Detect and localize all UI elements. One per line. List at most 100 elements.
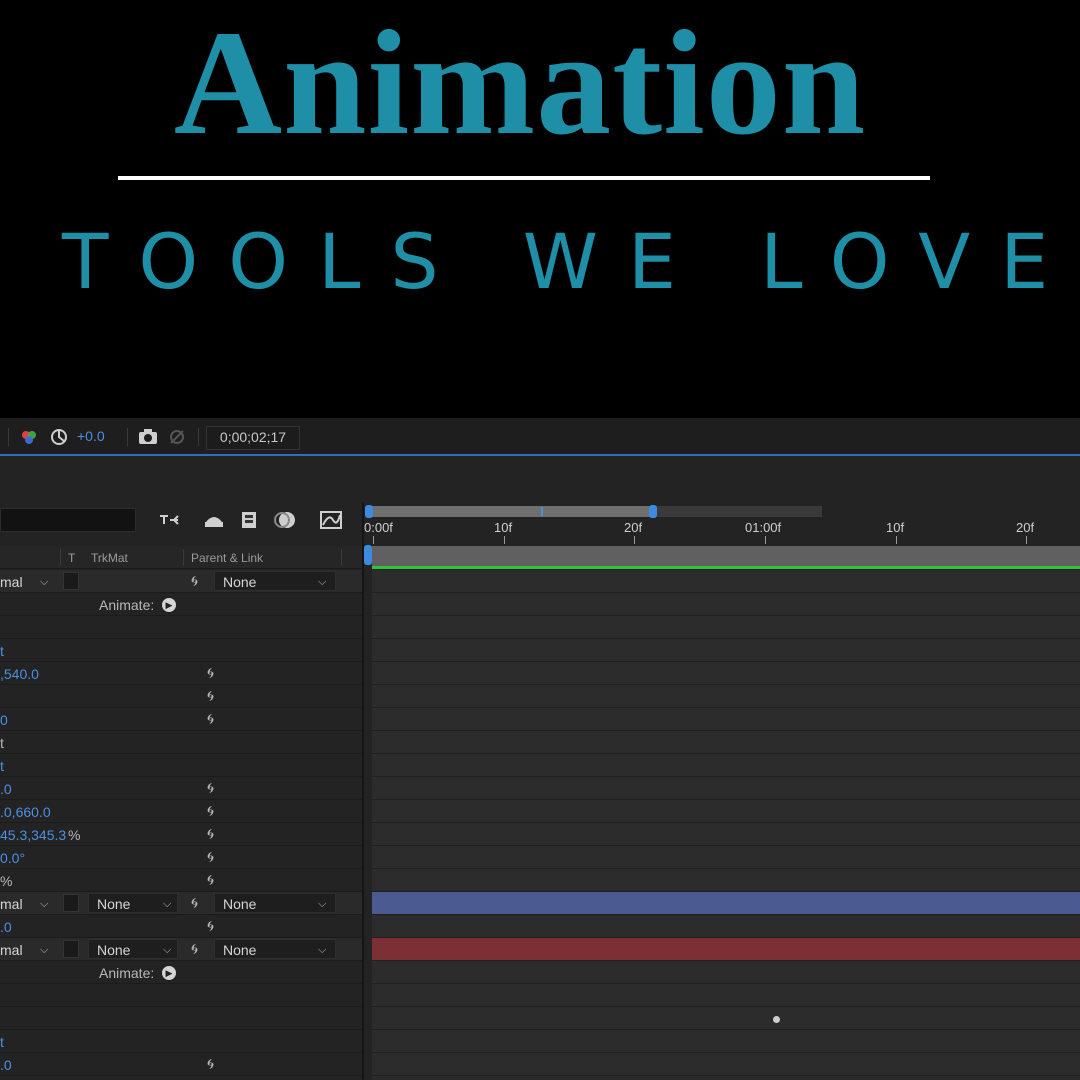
- track-matte-swatch[interactable]: [63, 894, 79, 912]
- column-divider[interactable]: [183, 549, 184, 565]
- chevron-down-icon[interactable]: ⌵: [40, 576, 48, 589]
- blend-mode-dropdown[interactable]: mal: [0, 942, 23, 958]
- pick-whip-icon[interactable]: 🌀︎: [191, 573, 198, 590]
- chevron-down-icon[interactable]: ⌵: [318, 898, 326, 911]
- column-divider[interactable]: [341, 549, 342, 565]
- chevron-down-icon[interactable]: ⌵: [40, 944, 48, 957]
- pick-whip-icon[interactable]: 🌀︎: [191, 941, 198, 958]
- position-value[interactable]: .0,660.0: [0, 804, 51, 820]
- current-time-display[interactable]: 0;00;02;17: [206, 429, 300, 445]
- toolbar-separator: [8, 428, 9, 446]
- chevron-down-icon[interactable]: ⌵: [318, 576, 326, 589]
- property-value[interactable]: .0: [0, 1057, 12, 1073]
- parent-dropdown-value[interactable]: None: [223, 574, 256, 590]
- exposure-value[interactable]: +0.0: [77, 428, 105, 444]
- property-track: [372, 708, 1080, 731]
- layer-search-input[interactable]: [0, 508, 136, 532]
- chevron-down-icon[interactable]: ⌵: [40, 898, 48, 911]
- property-value[interactable]: 0: [0, 712, 8, 728]
- viewer-toolbar: +0.0 0;00;02;17: [0, 418, 1080, 456]
- ruler-label: 20f: [624, 520, 643, 535]
- track-matte-swatch[interactable]: [63, 940, 79, 958]
- layer-duration-bar[interactable]: [372, 892, 1080, 915]
- pane-divider[interactable]: [362, 502, 364, 1080]
- property-track: [372, 777, 1080, 800]
- column-t-label[interactable]: T: [68, 551, 75, 565]
- pick-whip-icon[interactable]: 🌀︎: [207, 1056, 214, 1073]
- property-row: [0, 1053, 362, 1076]
- property-track: [372, 1030, 1080, 1053]
- track-matte-value[interactable]: None: [97, 896, 130, 912]
- ruler-label: 20f: [1016, 520, 1035, 535]
- ruler-tick: [896, 536, 897, 544]
- current-time-indicator[interactable]: [364, 545, 372, 565]
- ruler-tick: [504, 536, 505, 544]
- track-matte-value[interactable]: None: [97, 942, 130, 958]
- toolbar-separator: [198, 428, 199, 446]
- property-value[interactable]: t: [0, 1034, 4, 1050]
- animate-menu-icon[interactable]: ▶: [162, 598, 176, 612]
- position-value[interactable]: ,540.0: [0, 666, 39, 682]
- column-divider[interactable]: [60, 549, 61, 565]
- exposure-reset-icon[interactable]: [50, 428, 68, 446]
- property-value[interactable]: t: [0, 643, 4, 659]
- property-track: [372, 846, 1080, 869]
- work-area-end-handle[interactable]: [649, 505, 657, 518]
- keyframe-marker[interactable]: [773, 1016, 780, 1023]
- composition-duration-bar[interactable]: [372, 546, 1080, 566]
- graph-editor-icon[interactable]: [318, 510, 344, 532]
- blend-mode-dropdown[interactable]: mal: [0, 574, 23, 590]
- pick-whip-icon[interactable]: 🌀︎: [207, 688, 214, 705]
- property-track: [372, 915, 1080, 938]
- hero-title: Animation: [173, 0, 867, 166]
- parent-dropdown-value[interactable]: None: [223, 896, 256, 912]
- ruler-label: 10f: [886, 520, 905, 535]
- draft-3d-icon[interactable]: [157, 510, 183, 532]
- parent-dropdown-value[interactable]: None: [223, 942, 256, 958]
- chevron-down-icon[interactable]: ⌵: [318, 944, 326, 957]
- property-value[interactable]: .0: [0, 919, 12, 935]
- scale-value[interactable]: 45.3,345.3: [0, 827, 66, 843]
- layer-duration-bar[interactable]: [372, 938, 1080, 961]
- pick-whip-icon[interactable]: 🌀︎: [207, 665, 214, 682]
- ruler-label: 10f: [494, 520, 513, 535]
- anchor-point-value[interactable]: .0: [0, 781, 12, 797]
- pick-whip-icon[interactable]: 🌀︎: [207, 711, 214, 728]
- show-snapshot-icon[interactable]: [167, 428, 187, 446]
- pick-whip-icon[interactable]: 🌀︎: [207, 918, 214, 935]
- ruler-label: 0:00f: [364, 520, 393, 535]
- blend-mode-dropdown[interactable]: mal: [0, 896, 23, 912]
- pick-whip-icon[interactable]: 🌀︎: [207, 780, 214, 797]
- hero-divider: [118, 176, 930, 180]
- snapshot-camera-icon[interactable]: [138, 428, 158, 446]
- track-matte-swatch[interactable]: [63, 572, 79, 590]
- rotation-value[interactable]: 0.0°: [0, 850, 25, 866]
- work-area-range[interactable]: [370, 506, 653, 517]
- property-value[interactable]: t: [0, 758, 4, 774]
- motion-blur-icon[interactable]: [272, 510, 298, 532]
- toolbar-separator: [127, 428, 128, 446]
- chevron-down-icon[interactable]: ⌵: [163, 944, 171, 957]
- pick-whip-icon[interactable]: 🌀︎: [207, 803, 214, 820]
- work-area-start-handle[interactable]: [365, 505, 373, 518]
- ruler-tick: [1026, 536, 1027, 544]
- shy-layers-icon[interactable]: [201, 510, 227, 532]
- frame-blending-icon[interactable]: [237, 510, 263, 532]
- property-track: [372, 984, 1080, 1007]
- column-parent-label[interactable]: Parent & Link: [191, 551, 263, 565]
- pick-whip-icon[interactable]: 🌀︎: [191, 895, 198, 912]
- property-value[interactable]: t: [0, 735, 4, 751]
- animate-menu-icon[interactable]: ▶: [162, 966, 176, 980]
- pick-whip-icon[interactable]: 🌀︎: [207, 826, 214, 843]
- layer-track[interactable]: [372, 570, 1080, 593]
- layer-column-header: [0, 546, 362, 569]
- property-row: [0, 1030, 362, 1053]
- property-row: [0, 984, 362, 1007]
- pick-whip-icon[interactable]: 🌀︎: [207, 849, 214, 866]
- chevron-down-icon[interactable]: ⌵: [163, 898, 171, 911]
- column-trkmat-label[interactable]: TrkMat: [91, 551, 128, 565]
- property-track: [372, 800, 1080, 823]
- property-row: [0, 1007, 362, 1030]
- pick-whip-icon[interactable]: 🌀︎: [207, 872, 214, 889]
- color-channels-icon[interactable]: [20, 428, 38, 446]
